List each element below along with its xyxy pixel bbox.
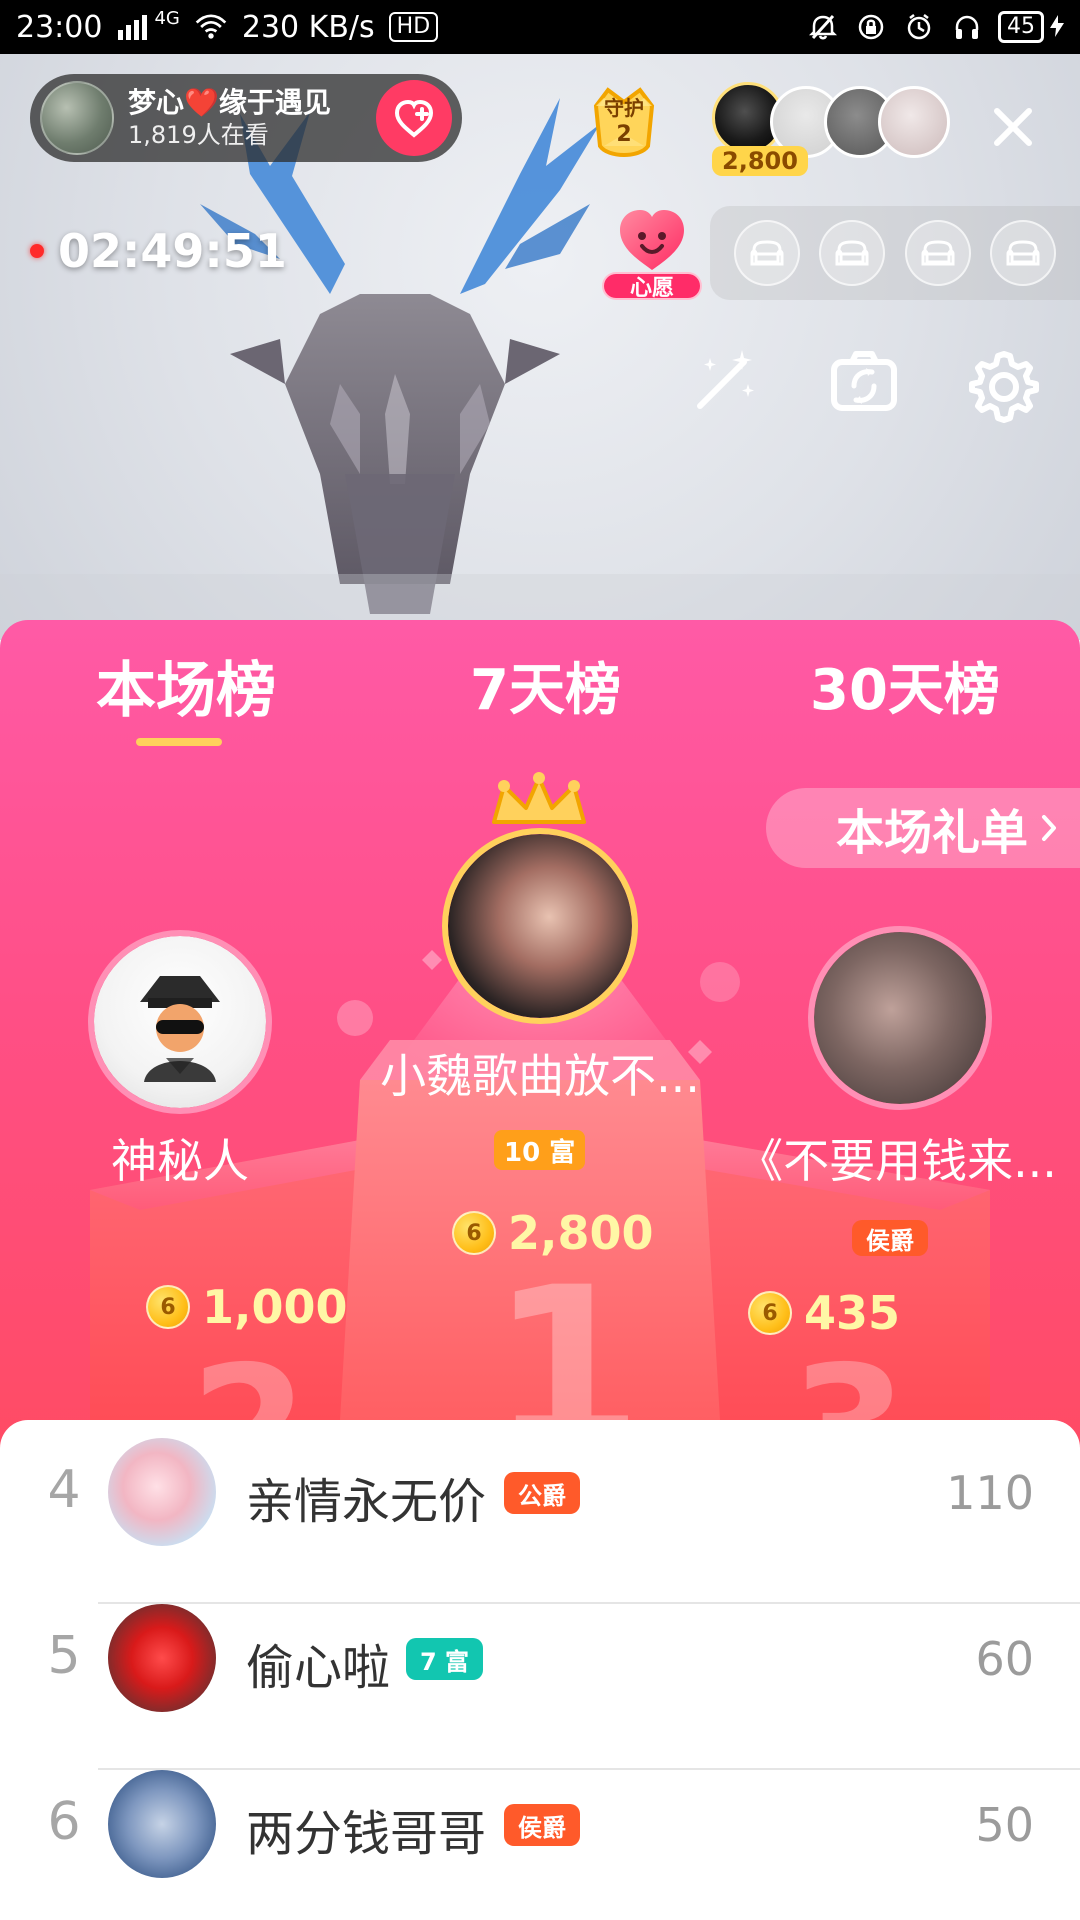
rank-3-title-badge: 侯爵 (852, 1220, 928, 1256)
row-avatar[interactable] (108, 1438, 216, 1546)
rank-1-name: 小魏歌曲放不... (380, 1049, 700, 1103)
host-name: 梦心❤️缘于遇见 (128, 86, 331, 119)
crown-icon (492, 772, 586, 824)
row-title-badge: 公爵 (504, 1472, 580, 1514)
list-row[interactable]: 6 两分钱哥哥 侯爵 50 (0, 1752, 1080, 1918)
top-viewers[interactable]: 2,800 (712, 82, 950, 178)
row-name: 偷心啦 (246, 1640, 391, 1696)
empty-seat[interactable] (819, 220, 886, 286)
coin-icon: 6 (452, 1211, 496, 1255)
battery-level: 45 (998, 11, 1044, 43)
mystery-person-icon (140, 976, 220, 1082)
avatar-photo (814, 932, 986, 1104)
top-contribution: 2,800 (712, 146, 808, 176)
switch-camera-button[interactable] (822, 340, 906, 424)
row-name: 两分钱哥哥 (246, 1806, 487, 1862)
wifi-icon (194, 10, 228, 44)
empty-seat[interactable] (904, 220, 971, 286)
guard-text: 守护 2 (578, 76, 670, 168)
guard-count: 2 (616, 122, 632, 147)
row-score: 50 (975, 1798, 1034, 1852)
viewer-count: 1,819人在看 (128, 121, 269, 149)
rank-2-coins: 6 1,000 (146, 1280, 348, 1334)
coin-icon: 6 (748, 1291, 792, 1335)
sofa-icon (921, 240, 955, 266)
sofa-icon (750, 240, 784, 266)
network-speed: 230 KB/s (241, 9, 375, 45)
wish-heart-icon (620, 210, 684, 270)
rank-1-coin-amount: 2,800 (508, 1206, 654, 1260)
lock-rotation-icon (854, 10, 888, 44)
rank-1-spot[interactable] (0, 620, 1080, 621)
viewer-avatar[interactable] (878, 86, 950, 158)
host-avatar[interactable] (40, 81, 114, 155)
gear-icon (969, 351, 1039, 423)
rank-1-rich-badge: 10 富 (494, 1130, 586, 1170)
sofa-icon (835, 240, 869, 266)
live-duration: 02:49:51 (58, 224, 287, 278)
live-dot (30, 244, 44, 258)
row-score: 110 (946, 1466, 1034, 1520)
heart-plus-icon (394, 99, 434, 138)
rank-1-avatar[interactable] (442, 828, 638, 1024)
camera-switch-icon (831, 351, 897, 411)
row-score: 60 (975, 1632, 1034, 1686)
row-rank: 6 (47, 1792, 81, 1852)
hd-badge: HD (388, 12, 439, 42)
wish-label: 心愿 (602, 272, 702, 301)
row-title-badge: 侯爵 (504, 1804, 580, 1846)
rank-2-coin-amount: 1,000 (202, 1280, 348, 1334)
mute-icon (806, 10, 840, 44)
status-time: 23:00 (16, 9, 103, 45)
guard-badge[interactable]: 守护 2 (578, 76, 670, 168)
alarm-icon (902, 10, 936, 44)
host-card[interactable]: 梦心❤️缘于遇见 1,819人在看 (30, 74, 462, 162)
charging-icon (1050, 10, 1064, 45)
row-name: 亲情永无价 (246, 1474, 487, 1530)
live-timer: 02:49:51 (30, 224, 287, 278)
rank-3-coin-amount: 435 (804, 1286, 901, 1340)
status-right: 45 (806, 10, 1064, 45)
rank-1-coins: 6 2,800 (452, 1206, 654, 1260)
network-label: 4G (154, 7, 180, 29)
rank-3-name: 《不要用钱来... (737, 1134, 1057, 1188)
status-bar: 23:00 4G 230 KB/s HD 45 (0, 0, 1080, 54)
settings-button[interactable] (962, 340, 1046, 424)
video-tools (682, 340, 1046, 424)
list-row[interactable]: 4 亲情永无价 公爵 110 (0, 1420, 1080, 1586)
rank-3-avatar[interactable] (808, 926, 992, 1110)
seat-strip (710, 206, 1080, 300)
list-row[interactable]: 5 偷心啦 7 富 60 (0, 1586, 1080, 1752)
row-rank: 5 (47, 1626, 81, 1686)
coin-icon: 6 (146, 1285, 190, 1329)
host-info: 梦心❤️缘于遇见 1,819人在看 (128, 86, 376, 150)
sofa-icon (1006, 240, 1040, 266)
headphones-icon (950, 10, 984, 44)
row-rich-badge: 7 富 (406, 1638, 484, 1680)
avatar-photo (448, 834, 632, 1018)
row-avatar[interactable] (108, 1770, 216, 1878)
status-left: 23:00 4G 230 KB/s HD (16, 7, 439, 45)
beauty-button[interactable] (682, 340, 766, 424)
wish-badge[interactable]: 心愿 (602, 206, 702, 306)
ranking-list: 4 亲情永无价 公爵 110 5 偷心啦 7 富 60 6 两分钱哥哥 侯爵 5… (0, 1420, 1080, 1920)
follow-button[interactable] (376, 80, 452, 156)
live-video: 梦心❤️缘于遇见 1,819人在看 守护 2 2,800 02:49:51 心愿 (0, 54, 1080, 640)
close-button[interactable] (982, 96, 1044, 158)
row-avatar[interactable] (108, 1604, 216, 1712)
rank-2-name: 神秘人 (111, 1134, 249, 1188)
close-icon (994, 108, 1032, 146)
rank-3-coins: 6 435 (748, 1286, 900, 1340)
guard-label: 守护 (604, 96, 644, 120)
empty-seat[interactable] (733, 220, 800, 286)
row-rank: 4 (47, 1460, 81, 1520)
magic-wand-icon (697, 350, 754, 409)
signal-icon (116, 10, 150, 44)
battery-indicator: 45 (998, 10, 1064, 45)
empty-seat[interactable] (990, 220, 1057, 286)
